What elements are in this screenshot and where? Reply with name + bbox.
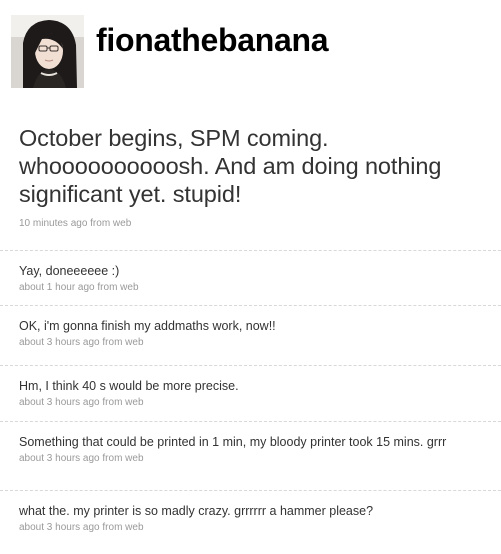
status-meta[interactable]: about 3 hours ago from web [19,397,491,409]
status-item: what the. my printer is so madly crazy. … [0,490,501,550]
status-text: OK, i'm gonna finish my addmaths work, n… [19,319,276,333]
status-text: Something that could be printed in 1 min… [19,435,447,449]
status-timeline: Yay, doneeeeee :) about 1 hour ago from … [0,250,501,550]
status-item: Something that could be printed in 1 min… [0,421,501,490]
profile-photo [11,15,84,88]
status-text: Yay, doneeeeee :) [19,264,120,278]
status-meta[interactable]: about 3 hours ago from web [19,337,491,349]
status-meta[interactable]: about 3 hours ago from web [19,522,491,534]
status-item: OK, i'm gonna finish my addmaths work, n… [0,305,501,365]
status-text: Hm, I think 40 s would be more precise. [19,379,239,393]
status-text: what the. my printer is so madly crazy. … [19,504,374,518]
status-meta[interactable]: about 3 hours ago from web [19,453,491,465]
featured-status-meta[interactable]: 10 minutes ago from web [19,218,489,230]
featured-status: October begins, SPM coming. whoooooooooo… [19,124,489,230]
status-item: Hm, I think 40 s would be more precise. … [0,365,501,421]
status-item: Yay, doneeeeee :) about 1 hour ago from … [0,250,501,305]
avatar[interactable] [11,15,84,88]
featured-status-text: October begins, SPM coming. whoooooooooo… [19,125,442,207]
status-meta[interactable]: about 1 hour ago from web [19,282,491,294]
profile-header: fionathebanana [0,0,501,100]
screen-name[interactable]: fionathebanana [96,20,329,60]
